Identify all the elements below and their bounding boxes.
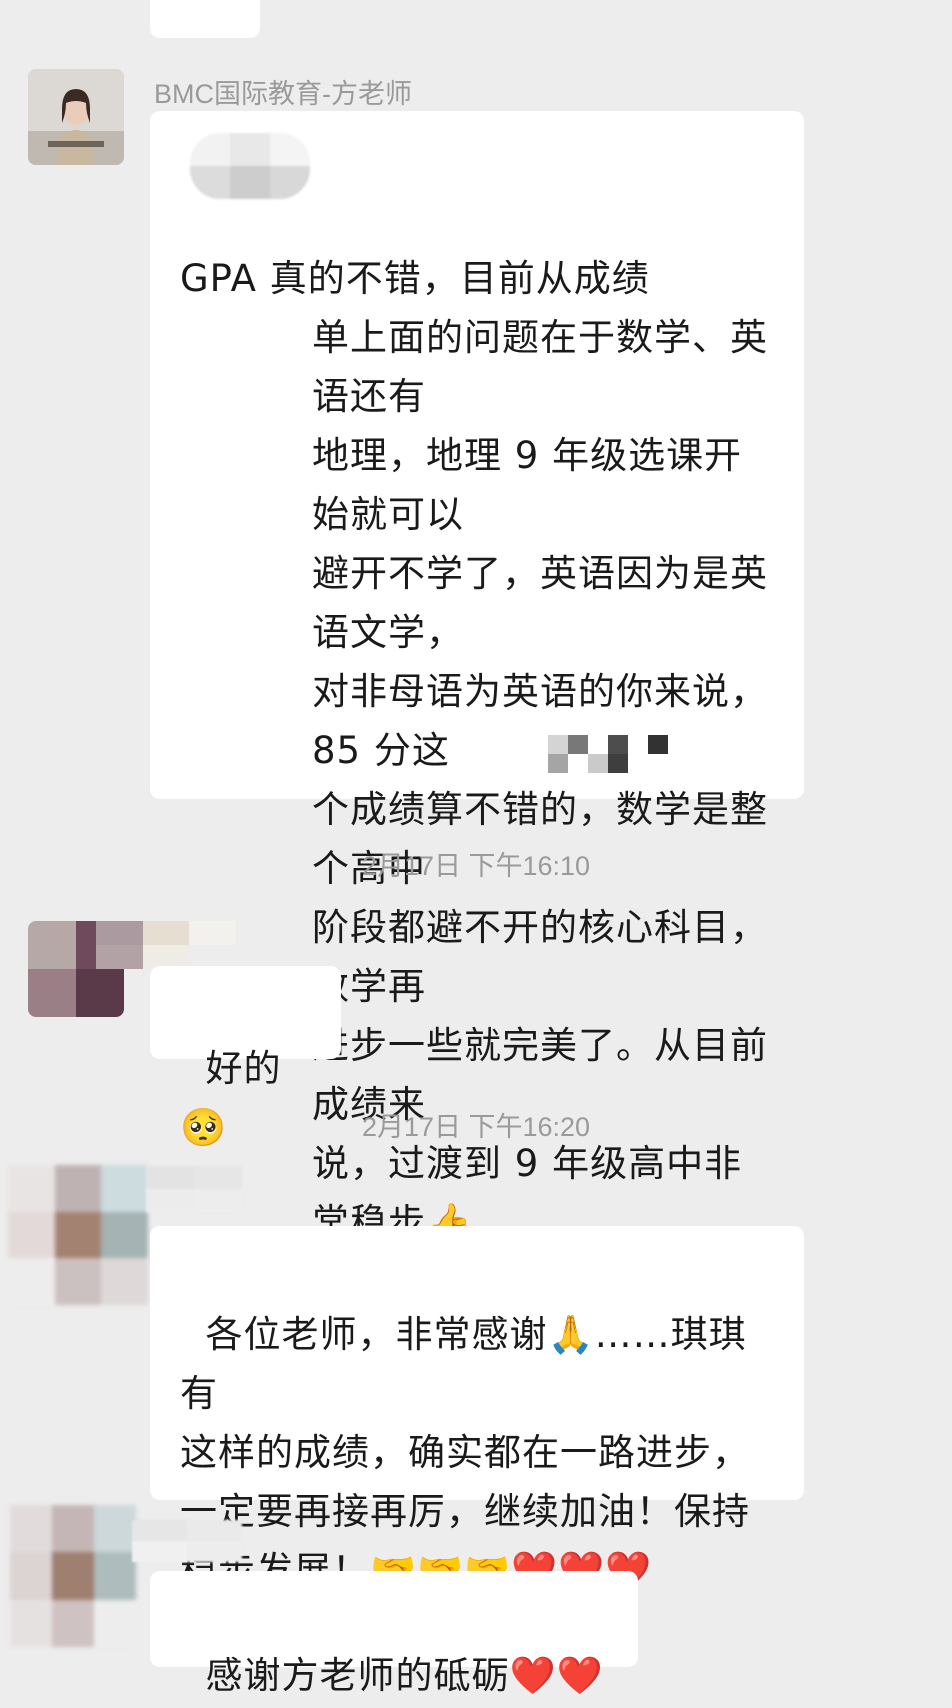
- timestamp: 2月17日 下午16:20: [361, 1112, 591, 1142]
- redacted-sender-mosaic: [146, 1166, 242, 1212]
- message-bubble-parent-3[interactable]: 感谢方老师的砥砺❤️❤️: [150, 1571, 638, 1697]
- redacted-text-mosaic: [548, 735, 668, 773]
- sender-name: BMC国际教育-方老师: [154, 79, 412, 109]
- message-text: 感谢方老师的砥砺❤️❤️: [205, 1654, 604, 1697]
- redacted-name-mosaic: [190, 133, 310, 199]
- message-bubble-parent-2[interactable]: 各位老师，非常感谢🙏……琪琪有 这样的成绩，确实都在一路进步， 一定要再接再厉，…: [150, 1226, 804, 1592]
- surprised-emoji-icon: 😮: [178, 0, 217, 2]
- avatar-teacher[interactable]: [28, 69, 124, 165]
- message-bubble-teacher[interactable]: GPA 真的不错，目前从成绩 单上面的问题在于数学、英语还有 地理，地理 9 年…: [150, 111, 804, 1480]
- previous-message-bubble[interactable]: 😮: [150, 0, 260, 38]
- redacted-sender-mosaic: [132, 1520, 242, 1562]
- avatar-parent-3[interactable]: [10, 1505, 136, 1647]
- redacted-sender-mosaic: [96, 921, 236, 969]
- avatar-parent-2[interactable]: [8, 1165, 148, 1305]
- message-bubble-parent-1[interactable]: 好的🥺: [150, 966, 341, 1149]
- teacher-portrait-icon: [28, 69, 124, 165]
- timestamp: 2月17日 下午16:10: [361, 851, 591, 881]
